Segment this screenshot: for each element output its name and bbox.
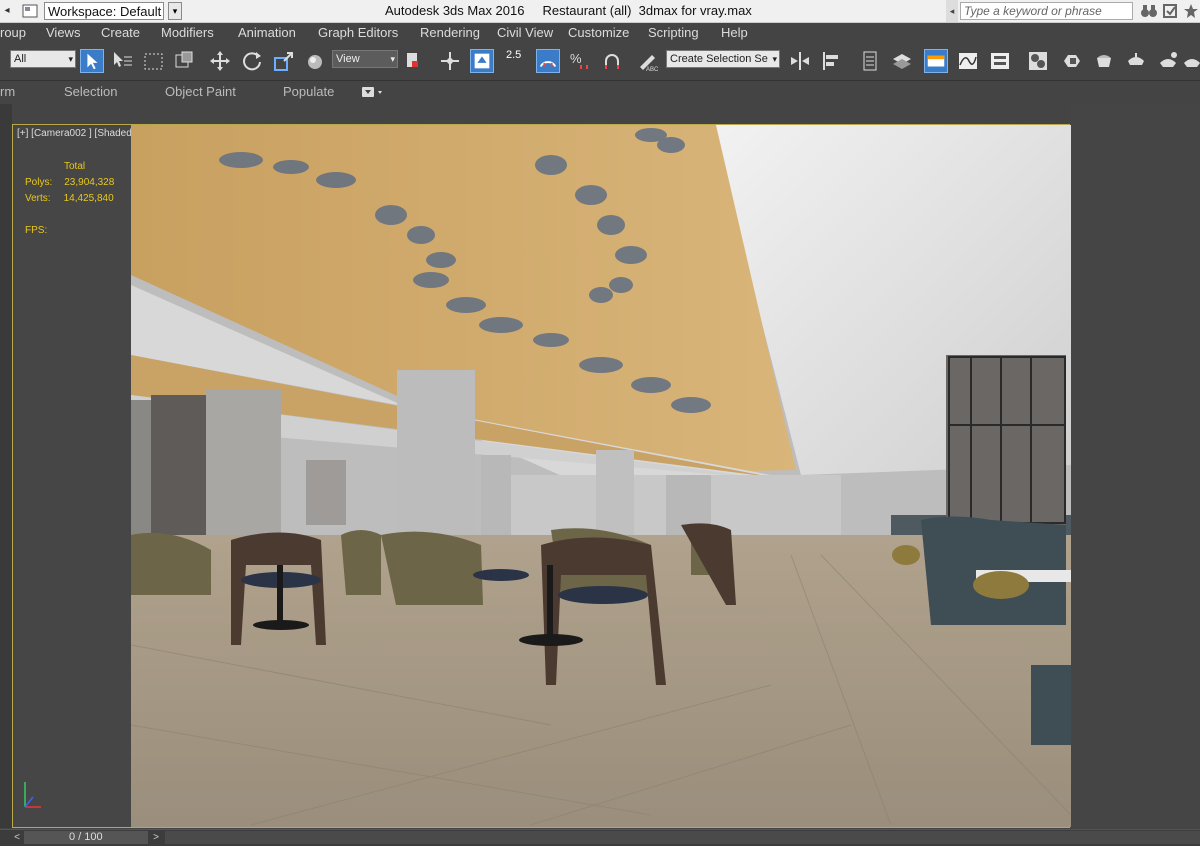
scale-icon[interactable]	[272, 49, 296, 73]
menu-civil-view[interactable]: Civil View	[497, 25, 553, 40]
render-setup-icon[interactable]	[1060, 49, 1084, 73]
ribbon-tab-selection[interactable]: Selection	[64, 84, 117, 99]
menu-help[interactable]: Help	[721, 25, 748, 40]
chevron-left-icon[interactable]: ◂	[0, 3, 14, 19]
curve-editor-icon[interactable]	[956, 49, 980, 73]
named-selection-set-placeholder: Create Selection Se	[670, 53, 768, 65]
reference-coordinate-dropdown[interactable]: View ▾	[332, 50, 398, 68]
ribbon-tab-object-paint[interactable]: Object Paint	[165, 84, 236, 99]
align-icon[interactable]	[820, 49, 844, 73]
chevron-left-icon[interactable]: ◂	[946, 0, 958, 22]
verts-value: 14,425,840	[63, 193, 114, 204]
fps-label: FPS:	[25, 225, 48, 236]
angle-snap-icon[interactable]	[536, 49, 560, 73]
time-slider-frame: 0 / 100	[69, 831, 103, 843]
select-object-icon[interactable]	[80, 49, 104, 73]
left-panel-strip	[0, 104, 12, 828]
snap-toggle-label[interactable]: 2.5	[506, 49, 521, 61]
svg-text:ABC: ABC	[646, 67, 659, 73]
toggle-ribbon-icon[interactable]	[924, 49, 948, 73]
subscription-icon[interactable]	[1162, 3, 1180, 19]
workspace-menu-button[interactable]: ▾	[168, 2, 182, 20]
time-slider-prev-icon[interactable]: <	[10, 831, 24, 844]
menu-customize[interactable]: Customize	[568, 25, 629, 40]
world-axis-tripod	[24, 782, 41, 808]
rotate-icon[interactable]	[240, 49, 264, 73]
time-slider-next-icon[interactable]: >	[149, 831, 163, 844]
pivot-center-icon[interactable]	[402, 49, 426, 73]
menu-modifiers[interactable]: Modifiers	[161, 25, 214, 40]
selection-filter-dropdown[interactable]: All ▾	[10, 50, 76, 68]
material-editor-icon[interactable]	[1026, 49, 1050, 73]
menu-graph-editors[interactable]: Graph Editors	[318, 25, 398, 40]
move-icon[interactable]	[208, 49, 232, 73]
workspace-icon[interactable]	[22, 3, 38, 19]
ribbon-tab-freeform[interactable]: rm	[0, 84, 15, 99]
title-bar: ◂ Workspace: Default ▾ Autodesk 3ds Max …	[0, 0, 1200, 23]
rendered-frame-window-icon[interactable]	[1092, 49, 1116, 73]
menu-group[interactable]: roup	[0, 25, 26, 40]
mirror-icon[interactable]	[788, 49, 812, 73]
search-input[interactable]: Type a keyword or phrase	[960, 2, 1133, 20]
main-toolbar: All ▾ View ▾ 2.5 % ABC Create Selection Se…	[0, 44, 1200, 81]
svg-text:%: %	[570, 51, 582, 66]
render-production-icon[interactable]	[1124, 49, 1148, 73]
select-manipulate-icon[interactable]	[438, 49, 462, 73]
menu-animation[interactable]: Animation	[238, 25, 296, 40]
edit-named-selection-icon[interactable]: ABC	[636, 49, 660, 73]
stats-header: Total	[64, 161, 86, 172]
polys-label: Polys:	[25, 177, 53, 188]
command-panel-area	[1071, 104, 1200, 828]
spinner-snap-icon[interactable]	[600, 49, 624, 73]
ribbon-tab-populate[interactable]: Populate	[283, 84, 334, 99]
named-selection-set-dropdown[interactable]: Create Selection Se ▾	[666, 50, 780, 68]
statistics-overlay: Total Polys: 23,904,328 Verts: 14,425,840 …	[25, 159, 114, 239]
scene-render	[131, 125, 1071, 827]
camera-viewport[interactable]: [+] [Camera002 ] [Shaded ] [<<Disabled>>…	[12, 124, 1071, 828]
verts-label: Verts:	[25, 193, 51, 204]
selection-filter-value: All	[14, 53, 27, 65]
layer-explorer-icon[interactable]	[890, 49, 914, 73]
ribbon-bar: rm Selection Object Paint Populate	[0, 81, 1200, 103]
star-icon[interactable]	[1182, 3, 1200, 19]
menu-views[interactable]: Views	[46, 25, 80, 40]
binoculars-icon[interactable]	[1140, 3, 1158, 19]
rectangular-selection-icon[interactable]	[142, 49, 166, 73]
polys-value: 23,904,328	[64, 177, 115, 188]
time-slider-bar: < 0 / 100 >	[0, 829, 1200, 846]
render-activeshade-icon[interactable]	[1156, 49, 1180, 73]
menu-create[interactable]: Create	[101, 25, 140, 40]
toggle-scene-explorer-icon[interactable]	[858, 49, 882, 73]
window-title: Autodesk 3ds Max 2016 Restaurant (all) 3…	[385, 3, 752, 18]
schematic-view-icon[interactable]	[988, 49, 1012, 73]
menu-bar: roup Views Create Modifiers Animation Gr…	[0, 23, 1200, 44]
keyboard-shortcut-toggle-icon[interactable]	[470, 49, 494, 73]
reference-coordinate-value: View	[336, 53, 360, 65]
select-place-icon[interactable]	[304, 49, 328, 73]
percent-snap-icon[interactable]: %	[568, 49, 592, 73]
select-by-name-icon[interactable]	[110, 49, 134, 73]
menu-rendering[interactable]: Rendering	[420, 25, 480, 40]
render-in-cloud-icon[interactable]	[1180, 49, 1200, 73]
menu-scripting[interactable]: Scripting	[648, 25, 699, 40]
window-crossing-icon[interactable]	[172, 49, 196, 73]
viewport-header-gap	[12, 104, 1070, 124]
workspace-dropdown[interactable]: Workspace: Default	[44, 2, 164, 20]
ribbon-options-icon[interactable]	[362, 86, 384, 98]
trackbar[interactable]	[165, 831, 1200, 844]
